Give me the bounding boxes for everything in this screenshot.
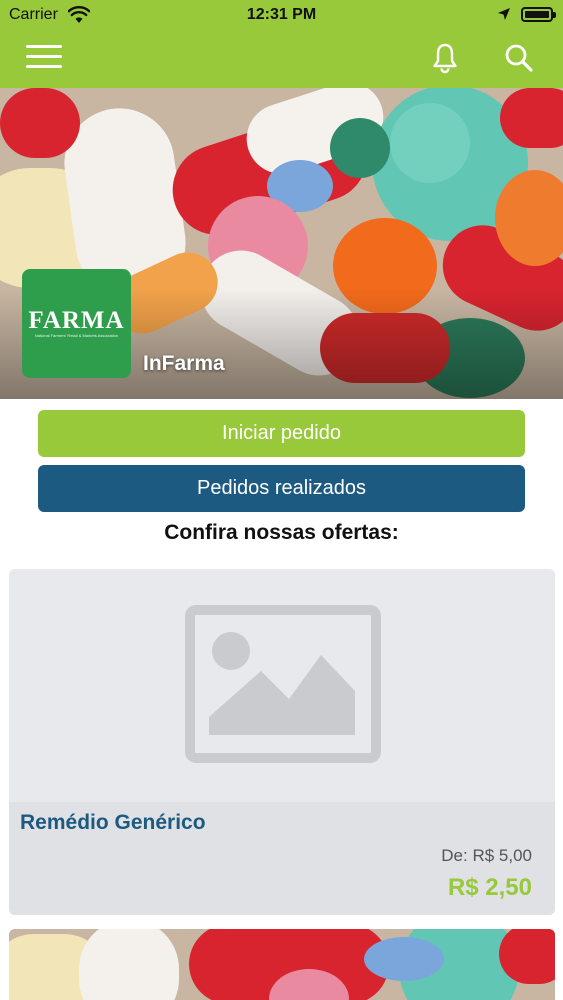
- store-name: InFarma: [143, 352, 225, 375]
- location-arrow-icon: [498, 8, 510, 20]
- top-bar: Carrier 12:31 PM: [0, 0, 563, 88]
- start-order-button[interactable]: Iniciar pedido: [38, 410, 525, 457]
- product-card-partial[interactable]: [9, 929, 555, 1000]
- product-card[interactable]: Remédio Genérico De: R$ 5,00 R$ 2,50: [9, 569, 555, 915]
- hamburger-menu-icon[interactable]: [26, 43, 62, 71]
- pills-thumbnail-image: [9, 929, 555, 1000]
- product-image-area: [9, 569, 555, 802]
- image-placeholder-icon: [185, 605, 381, 763]
- status-bar: Carrier 12:31 PM: [0, 0, 563, 30]
- logo-subtext: National Farmers' Retail & Markets Assoc…: [34, 333, 119, 338]
- search-icon[interactable]: [503, 42, 535, 74]
- orders-placed-button[interactable]: Pedidos realizados: [38, 465, 525, 512]
- product-price: R$ 2,50: [447, 874, 532, 901]
- bell-icon[interactable]: [430, 42, 460, 74]
- battery-icon: [521, 7, 556, 22]
- logo-text: FARMA: [28, 307, 125, 334]
- offers-heading: Confira nossas ofertas:: [164, 521, 399, 544]
- store-logo: FARMA National Farmers' Retail & Markets…: [22, 269, 131, 378]
- product-name: Remédio Genérico: [20, 811, 206, 834]
- product-old-price: De: R$ 5,00: [441, 846, 532, 865]
- clock: 12:31 PM: [246, 6, 317, 23]
